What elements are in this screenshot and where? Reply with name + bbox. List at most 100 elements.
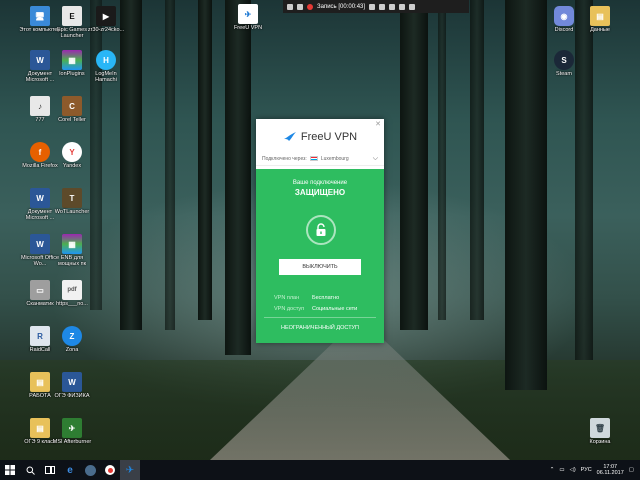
language-indicator[interactable]: РУС [581, 467, 592, 473]
settings-icon[interactable] [399, 3, 406, 10]
hamachi-icon: H [96, 50, 116, 70]
stop-icon[interactable] [379, 3, 386, 10]
tree [198, 0, 212, 320]
desktop-icon-label: Zona [65, 347, 79, 353]
tree [470, 0, 484, 320]
close-icon[interactable] [409, 3, 416, 10]
desktop-icon-yandex[interactable]: Y Yandex [50, 142, 94, 169]
desktop-icon-label: ENB для мощных пк [57, 255, 87, 267]
pause-icon[interactable] [369, 3, 376, 10]
record-icon [105, 465, 115, 475]
access-label: VPN доступ [274, 306, 305, 312]
system-tray: ⌃ ▭ ◁) РУС 17:07 06.11.2017 ▢ [550, 464, 640, 476]
chevron-up-icon[interactable]: ⌃ [550, 467, 555, 473]
location-name: Luxembourg [320, 155, 349, 162]
luxembourg-flag-icon [309, 156, 318, 161]
chevron-down-icon[interactable]: ⌵ [373, 155, 378, 163]
desktop-icon-label: ОГЭ ФИЗИКА [54, 393, 90, 399]
search-icon [26, 466, 35, 475]
desktop-icon-steam[interactable]: S Steam [542, 50, 586, 77]
status-subtitle: Ваше подключение [292, 180, 348, 186]
desktop-icon-label: Данные [590, 27, 610, 33]
task-view-button[interactable] [40, 460, 60, 480]
video-file-icon: ▶ [96, 6, 116, 26]
toolbar-icon[interactable] [287, 3, 293, 10]
tree [165, 0, 175, 330]
recycle-bin-icon: 🗑 [590, 418, 610, 438]
network-icon[interactable]: ▭ [559, 467, 564, 473]
volume-icon[interactable]: ◁) [570, 467, 576, 473]
clock[interactable]: 17:07 06.11.2017 [597, 464, 624, 476]
desktop-icon-wotlauncher[interactable]: T WoTLauncher [50, 188, 94, 215]
zona-icon: Z [62, 326, 82, 346]
notifications-icon[interactable]: ▢ [629, 467, 634, 473]
archive-icon: ▦ [62, 234, 82, 254]
status-text: ЗАЩИЩЕНО [294, 188, 346, 197]
recording-toolbar: Запись [00:00:43] [283, 0, 469, 13]
desktop-icon-freeu-vpn[interactable]: ✈ FreeU VPN [226, 4, 270, 31]
discord-icon: ◉ [554, 6, 574, 26]
folder-icon: ▤ [30, 372, 50, 392]
desktop-icon-oge-fizika[interactable]: W ОГЭ ФИЗИКА [50, 372, 94, 399]
tree [400, 0, 428, 330]
folder-icon: ▤ [590, 6, 610, 26]
taskbar-bandicam[interactable] [100, 460, 120, 480]
vpn-plan-row: VPN план Бесплатно [274, 295, 374, 301]
desktop-icon-zr30[interactable]: ▶ zr30-zr24cko... [84, 6, 128, 33]
steam-icon [84, 464, 96, 476]
firefox-icon: f [30, 142, 50, 162]
desktop-icon-label: Corel Teller [58, 117, 86, 123]
desktop-icon-dannye[interactable]: ▤ Данные [578, 6, 622, 33]
tree [438, 0, 446, 320]
desktop-icon-zona[interactable]: Z Zona [50, 326, 94, 353]
vpn-header: FreeU VPN [256, 126, 384, 148]
disconnect-button[interactable]: ВЫКЛЮЧИТЬ [279, 259, 361, 275]
corel-icon: C [62, 96, 82, 116]
word-doc-icon: W [30, 188, 50, 208]
toolbar-icon[interactable] [297, 3, 303, 10]
taskbar-freeu-vpn[interactable]: ✈ [120, 460, 140, 480]
desktop-icon-label: https___no... [56, 301, 88, 307]
desktop-icon-label: WoTLauncher [54, 209, 90, 215]
desktop-icon-recycle-bin[interactable]: 🗑 Корзина [578, 418, 622, 445]
bird-logo-icon [283, 132, 296, 141]
word-doc-icon: W [62, 372, 82, 392]
unlimited-access-link[interactable]: НЕОГРАНИЧЕННЫЙ ДОСТУП [256, 325, 384, 331]
location-selector[interactable]: Подключено через: Luxembourg ⌵ [256, 152, 384, 166]
tree [225, 0, 251, 355]
clock-date: 06.11.2017 [596, 470, 624, 476]
search-taskbar-button[interactable] [20, 460, 40, 480]
task-view-icon [45, 466, 55, 474]
desktop-icon-label: zr30-zr24cko... [87, 27, 125, 33]
record-dot-icon[interactable] [307, 3, 313, 10]
desktop-icon-msi-afterburner[interactable]: ✈ MSI Afterburner [50, 418, 94, 445]
folder-icon: ▤ [30, 418, 50, 438]
taskbar-edge[interactable]: e [60, 460, 80, 480]
desktop-icon-hamachi[interactable]: H LogMeIn Hamachi [84, 50, 128, 83]
pdf-icon: pdf [62, 280, 82, 300]
freeu-vpn-icon: ✈ [125, 464, 135, 476]
edge-icon: e [67, 464, 73, 476]
start-button[interactable] [0, 460, 20, 480]
desktop-icon-label: Yandex [62, 163, 82, 169]
desktop-icon-label: FreeU VPN [233, 25, 263, 31]
camera-icon[interactable] [389, 3, 396, 10]
tank-icon: T [62, 188, 82, 208]
taskbar: e ✈ ⌃ ▭ ◁) РУС 17:07 06.11.2017 ▢ [0, 460, 640, 480]
epic-games-icon: E [62, 6, 82, 26]
unlock-icon [316, 223, 326, 236]
windows-logo-icon [5, 465, 15, 475]
monitor-icon: 🖥 [30, 6, 50, 26]
word-app-icon: W [30, 234, 50, 254]
desktop-icon-label: LogMeIn Hamachi [95, 71, 117, 83]
desktop-icon-pdf[interactable]: pdf https___no... [50, 280, 94, 307]
taskbar-steam[interactable] [80, 460, 100, 480]
raidcall-icon: R [30, 326, 50, 346]
desktop-icon-enb[interactable]: ▦ ENB для мощных пк [50, 234, 94, 267]
desktop-icon-corel[interactable]: C Corel Teller [50, 96, 94, 123]
vpn-access-row: VPN доступ Социальные сети [274, 306, 374, 312]
steam-icon: S [554, 50, 574, 70]
plan-value: Бесплатно [312, 295, 340, 301]
archive-icon: ▦ [62, 50, 82, 70]
status-panel: Ваше подключение ЗАЩИЩЕНО ВЫКЛЮЧИТЬ VPN … [256, 169, 384, 343]
